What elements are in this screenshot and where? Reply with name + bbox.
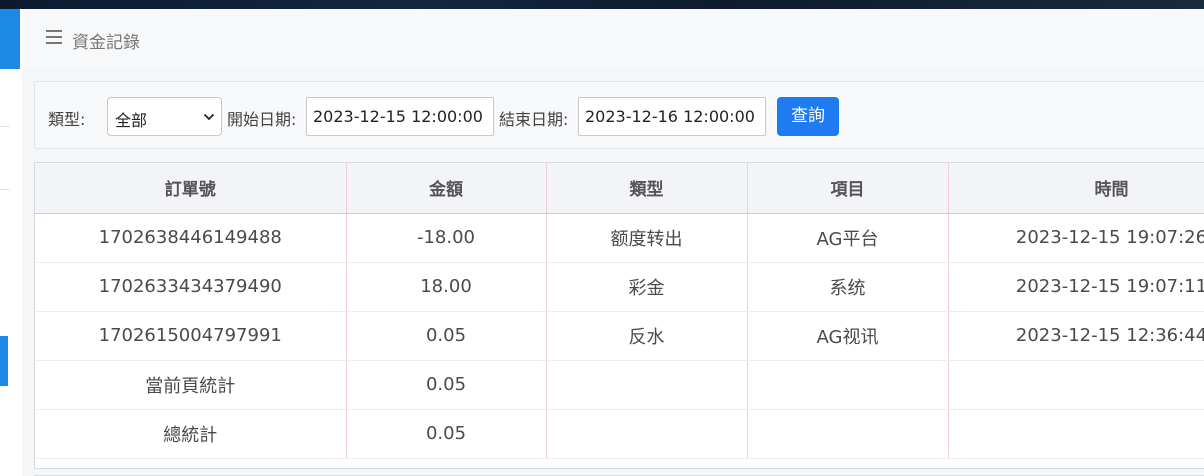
cell-grand-total-label: 總統計 — [35, 409, 347, 459]
table-row[interactable]: 1702615004797991 0.05 反水 AG视讯 2023-12-15… — [35, 311, 1204, 361]
sidebar-divider — [0, 126, 10, 127]
page-title: 資金記錄 — [72, 33, 140, 53]
cell-order-id: 1702615004797991 — [35, 311, 347, 361]
type-select[interactable]: 全部 — [107, 97, 222, 136]
main-content: 資金記錄 類型: 全部 開始日期: 2023-12-15 12:00:00 結束… — [22, 9, 1204, 476]
cell-item: AG视讯 — [747, 311, 949, 361]
page-header: 資金記錄 — [22, 9, 1204, 69]
records-table: 訂單號 金額 類型 項目 時間 1702638446149488 -18.00 … — [34, 162, 1204, 469]
cell-item: 系统 — [747, 262, 949, 312]
cell-amount: -18.00 — [346, 213, 547, 263]
column-header-amount[interactable]: 金額 — [346, 163, 547, 214]
cell-order-id: 1702633434379490 — [35, 262, 347, 312]
cell-order-id: 1702638446149488 — [35, 213, 347, 263]
cell-empty — [948, 409, 1204, 459]
cell-grand-total-amount: 0.05 — [346, 409, 547, 459]
cell-empty — [948, 360, 1204, 410]
cell-type: 额度转出 — [546, 213, 748, 263]
table-row[interactable]: 1702638446149488 -18.00 额度转出 AG平台 2023-1… — [35, 213, 1204, 263]
cell-page-total-amount: 0.05 — [346, 360, 547, 410]
cell-type: 彩金 — [546, 262, 748, 312]
hamburger-menu-icon[interactable] — [46, 30, 62, 44]
cell-item: AG平台 — [747, 213, 949, 263]
table-row[interactable]: 1702633434379490 18.00 彩金 系统 2023-12-15 … — [35, 262, 1204, 312]
column-header-time[interactable]: 時間 — [948, 163, 1204, 214]
filter-bar: 類型: 全部 開始日期: 2023-12-15 12:00:00 結束日期: 2… — [34, 81, 1204, 149]
cell-empty — [546, 409, 748, 459]
chevron-down-icon — [203, 113, 215, 121]
cell-empty — [747, 409, 949, 459]
sidebar-active-item[interactable] — [0, 336, 8, 386]
sidebar-divider — [0, 189, 10, 190]
cell-amount: 0.05 — [346, 311, 547, 361]
cell-empty — [747, 360, 949, 410]
start-date-input[interactable]: 2023-12-15 12:00:00 — [306, 97, 494, 136]
type-select-value: 全部 — [115, 111, 148, 130]
column-header-order-id[interactable]: 訂單號 — [35, 163, 347, 214]
cell-time: 2023-12-15 19:07:26 — [948, 213, 1204, 263]
grand-total-row: 總統計 0.05 — [35, 409, 1204, 459]
cell-type: 反水 — [546, 311, 748, 361]
cell-page-total-label: 當前頁統計 — [35, 360, 347, 410]
top-banner — [0, 0, 1204, 9]
cell-time: 2023-12-15 19:07:11 — [948, 262, 1204, 312]
table-header-row: 訂單號 金額 類型 項目 時間 — [35, 163, 1204, 214]
end-date-input[interactable]: 2023-12-16 12:00:00 — [578, 97, 766, 136]
column-header-item[interactable]: 項目 — [747, 163, 949, 214]
sidebar-logo-block[interactable] — [0, 9, 20, 69]
cell-time: 2023-12-15 12:36:44 — [948, 311, 1204, 361]
start-date-label: 開始日期: — [227, 110, 297, 129]
query-button[interactable]: 查詢 — [777, 97, 839, 136]
cell-amount: 18.00 — [346, 262, 547, 312]
page-total-row: 當前頁統計 0.05 — [35, 360, 1204, 410]
column-header-type[interactable]: 類型 — [546, 163, 748, 214]
end-date-label: 結束日期: — [499, 110, 569, 129]
type-label: 類型: — [48, 110, 86, 129]
cell-empty — [546, 360, 748, 410]
left-sidebar — [0, 9, 23, 476]
